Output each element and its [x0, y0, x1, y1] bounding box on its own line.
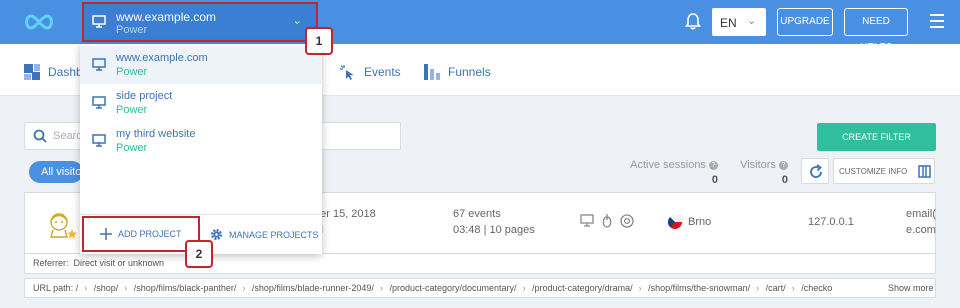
refresh-button[interactable] [801, 158, 829, 184]
session-email-domain: e.com [906, 224, 936, 236]
nav-item-dashboard[interactable]: Dashb [24, 64, 83, 80]
session-duration-pages: 03:48 | 10 pages [453, 224, 535, 236]
nav-item-funnels[interactable]: Funnels [424, 64, 491, 80]
search-placeholder: Searc [53, 130, 82, 142]
referrer-value: Direct visit or unknown [73, 258, 165, 268]
project-option-name: my third website [116, 128, 196, 140]
visitors-value: 0 [781, 174, 788, 186]
need-help-button[interactable]: NEED HELP? [844, 8, 908, 53]
search-icon [33, 129, 47, 143]
project-option-name: side project [116, 90, 173, 102]
url-path-segment[interactable]: /shop/films/blade-runner-2049/ [252, 283, 374, 293]
project-option[interactable]: side project Power [80, 84, 322, 122]
device-info [580, 214, 634, 228]
bell-icon[interactable] [685, 12, 701, 30]
visitor-segment-pill[interactable]: All visito [29, 161, 83, 183]
url-path-segment[interactable]: /shop/films/black-panther/ [134, 283, 237, 293]
gear-icon [211, 229, 222, 240]
session-email: email( [906, 208, 936, 220]
language-select[interactable]: EN ⌄ [712, 8, 766, 36]
url-path-segment[interactable]: /shop/ [94, 283, 119, 293]
nav-label-events: Events [364, 65, 401, 79]
url-path-segment[interactable]: /product-category/drama/ [532, 283, 633, 293]
referrer-line: Referrer: Direct visit or unknown [24, 254, 936, 274]
referrer-label: Referrer: [33, 258, 69, 268]
upgrade-button[interactable]: UPGRADE [777, 8, 833, 36]
help-icon[interactable]: ? [709, 161, 718, 170]
customize-info-button[interactable]: CUSTOMIZE INFO [833, 158, 935, 184]
czech-flag-icon [668, 215, 682, 229]
session-city: Brno [688, 216, 712, 228]
desktop-icon [92, 134, 106, 147]
desktop-icon [92, 58, 106, 71]
help-icon[interactable]: ? [779, 161, 788, 170]
refresh-icon [810, 164, 822, 178]
visitor-avatar-icon [50, 213, 77, 239]
url-path-segment[interactable]: /cart/ [766, 283, 786, 293]
language-code: EN [720, 16, 737, 30]
chrome-browser-icon [620, 214, 634, 228]
annotation-marker: 1 [305, 27, 333, 55]
nav-label-funnels: Funnels [448, 65, 491, 79]
cursor-click-icon [340, 65, 354, 80]
customize-info-label: CUSTOMIZE INFO [839, 167, 908, 176]
project-option[interactable]: www.example.com Power [80, 46, 322, 84]
visitors-stat: Visitors ? 0 [736, 159, 788, 186]
url-path-line: URL path: / › /shop/› /shop/films/black-p… [24, 278, 936, 298]
project-option-plan: Power [116, 66, 148, 78]
columns-icon [918, 165, 931, 178]
url-path-segment[interactable]: /shop/films/the-snowman/ [648, 283, 750, 293]
project-option[interactable]: my third website Power [80, 122, 322, 160]
url-path-segment[interactable]: / [76, 283, 79, 293]
session-events-count: 67 events [453, 208, 501, 220]
desktop-icon [580, 214, 594, 227]
chevron-down-icon: ⌄ [747, 15, 757, 27]
active-sessions-stat: Active sessions ? 0 [630, 159, 718, 186]
logo-icon[interactable] [22, 10, 56, 34]
nav-item-events[interactable]: Events [340, 64, 401, 80]
session-date: ber 15, 2018 [314, 208, 376, 220]
url-path-segment[interactable]: /checko [801, 283, 832, 293]
session-ip: 127.0.0.1 [808, 216, 854, 228]
project-option-plan: Power [116, 142, 148, 154]
funnel-bars-icon [424, 64, 440, 80]
nav-label-dashboard: Dashb [48, 65, 83, 79]
menu-icon[interactable] [930, 14, 944, 32]
mouse-icon [602, 214, 612, 228]
dashboard-icon [24, 64, 40, 80]
manage-projects-label: MANAGE PROJECTS [229, 229, 319, 240]
annotation-highlight-project-selector [82, 2, 318, 42]
show-more-link[interactable]: Show more [884, 283, 934, 293]
url-path-label: URL path: [33, 283, 74, 293]
annotation-marker: 2 [185, 240, 213, 268]
visitors-label: Visitors [740, 159, 776, 171]
create-filter-button[interactable]: CREATE FILTER [817, 123, 936, 151]
url-path-segment[interactable]: /product-category/documentary/ [389, 283, 516, 293]
annotation-highlight-add-project [82, 216, 200, 252]
project-option-plan: Power [116, 104, 148, 116]
project-option-name: www.example.com [116, 52, 208, 64]
active-sessions-label: Active sessions [630, 159, 706, 171]
active-sessions-value: 0 [711, 174, 718, 186]
desktop-icon [92, 96, 106, 109]
manage-projects-button[interactable]: MANAGE PROJECTS [210, 228, 319, 241]
